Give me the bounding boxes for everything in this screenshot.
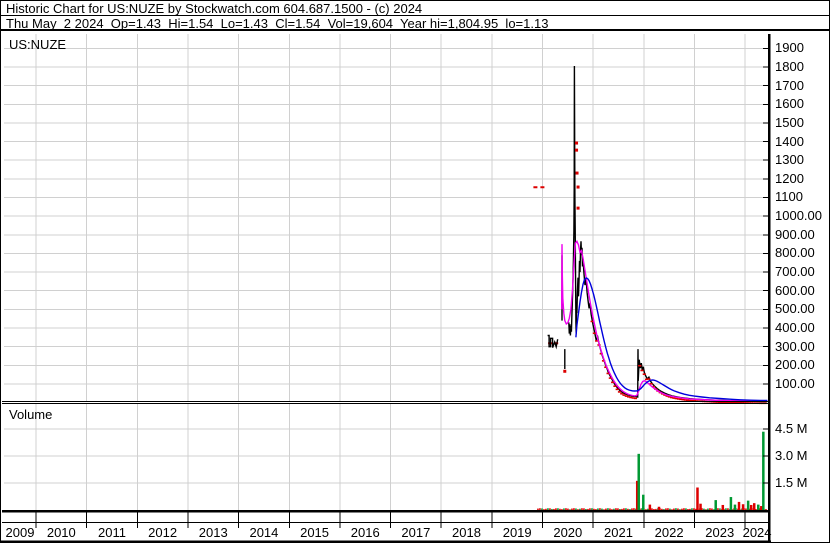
year-axis-label: 2014: [249, 525, 279, 540]
price-axis-label: 900.00: [775, 226, 815, 242]
price-axis-label: 300.00: [775, 338, 815, 354]
price-axis-label: 1100: [775, 189, 803, 205]
price-axis-label: 1800: [775, 58, 804, 74]
price-axis-label: 1500: [775, 114, 804, 130]
price-axis-label: 700.00: [775, 264, 815, 280]
price-axis-label: 800.00: [775, 245, 815, 261]
year-axis-label: 2024: [742, 525, 772, 540]
year-axis-label: 2012: [148, 525, 178, 540]
year-axis-label: 2019: [502, 525, 532, 540]
year-axis-label: 2011: [97, 525, 126, 540]
year-axis-label: 2023: [705, 525, 735, 540]
volume-axis-label: 1.5 M: [775, 475, 808, 490]
price-axis-label: 1700: [775, 77, 804, 93]
volume-axis-label: 3.0 M: [775, 448, 808, 463]
year-axis-label: 2021: [604, 525, 633, 540]
year-axis-label: 2018: [452, 525, 481, 540]
price-axis-label: 400.00: [775, 320, 815, 336]
price-axis-label: 1400: [775, 133, 804, 149]
stockwatch-historic-chart-window: Historic Chart for US:NUZE by Stockwatch…: [0, 0, 830, 543]
price-volume-chart: [1, 34, 771, 542]
price-axis-label: 1900: [775, 40, 804, 56]
price-axis-label: 200.00: [775, 357, 815, 373]
year-axis-label: 2020: [553, 525, 583, 540]
price-axis-label: 100.00: [775, 375, 815, 391]
price-axis-label: 500.00: [775, 301, 815, 317]
volume-panel-label: Volume: [9, 407, 53, 422]
price-axis-label: 1600: [775, 96, 804, 112]
price-axis-label: 1200: [775, 170, 804, 186]
price-axis-label: 1300: [775, 152, 804, 168]
volume-axis-label: 4.5 M: [775, 421, 808, 436]
year-axis-label: 2017: [401, 525, 431, 540]
year-axis-label: 2009: [5, 525, 35, 540]
year-axis-label: 2010: [46, 525, 76, 540]
year-axis-label: 2016: [350, 525, 380, 540]
price-axis-label: 1000.00: [775, 208, 822, 224]
year-axis-label: 2015: [300, 525, 330, 540]
year-axis-label: 2013: [198, 525, 228, 540]
year-axis-label: 2022: [654, 525, 684, 540]
price-axis-label: 600.00: [775, 282, 815, 298]
symbol-label: US:NUZE: [9, 37, 67, 52]
